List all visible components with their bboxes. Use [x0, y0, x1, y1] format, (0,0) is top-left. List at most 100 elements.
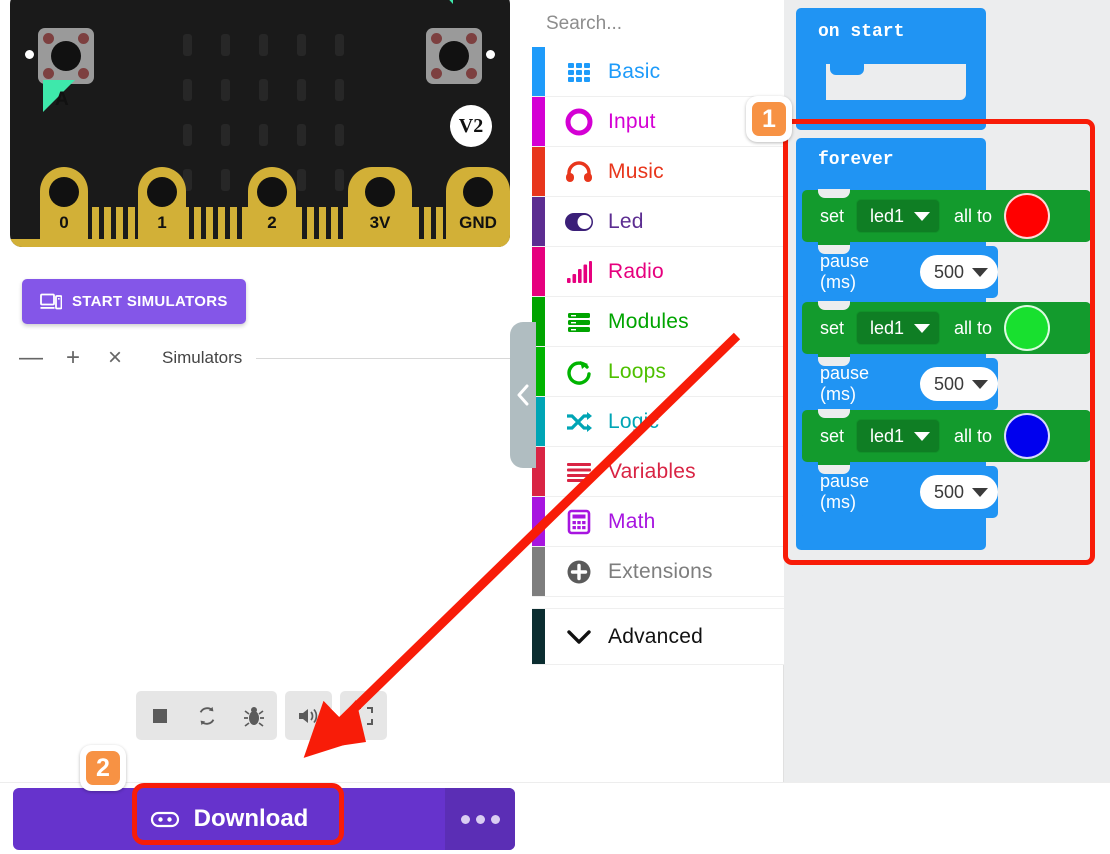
pause-value-dropdown-3[interactable]: 500: [919, 475, 998, 509]
block-pause-1[interactable]: pause (ms) 500: [802, 245, 998, 307]
category-math[interactable]: Math: [532, 497, 784, 547]
section-divider: [256, 357, 512, 359]
microbit-pin-strip: 0 1 2 3V GND: [10, 165, 510, 247]
blocks-workspace[interactable]: on start forever set led1 all to pause (…: [784, 0, 1110, 782]
category-label: Music: [608, 159, 664, 183]
block-set-led-green[interactable]: set led1 all to: [802, 301, 1091, 363]
start-simulators-button[interactable]: START SIMULATORS: [22, 279, 246, 324]
block-set-keyword: set: [820, 205, 845, 226]
pause-value: 500: [933, 261, 964, 282]
category-basic[interactable]: Basic: [532, 47, 784, 97]
block-on-start-body-slot: [826, 64, 966, 100]
toolbox-search-row: [532, 0, 791, 47]
pause-value: 500: [933, 373, 964, 394]
block-pause-keyword: pause (ms): [820, 471, 870, 512]
bug-icon: [243, 706, 264, 727]
block-forever-label: forever: [818, 150, 894, 170]
stop-button[interactable]: [136, 691, 183, 740]
color-swatch-red[interactable]: [1004, 193, 1051, 239]
close-simulators-button[interactable]: ×: [96, 344, 134, 371]
category-list: Basic Input Music Led Radio Modules Loop…: [532, 47, 784, 665]
category-music[interactable]: Music: [532, 147, 784, 197]
microbit-pin-1[interactable]: 1: [138, 167, 186, 247]
category-modules[interactable]: Modules: [532, 297, 784, 347]
sound-group: [285, 691, 332, 740]
block-set-led-blue[interactable]: set led1 all to: [802, 409, 1091, 471]
category-label: Variables: [608, 459, 696, 483]
variable-dropdown-led1[interactable]: led1: [856, 199, 941, 233]
makecode-editor: A V2 0 1 2 3V GND START SIMULATORS — + ×…: [0, 0, 1110, 854]
start-simulators-label: START SIMULATORS: [72, 293, 228, 310]
block-pause-keyword: pause (ms): [820, 363, 870, 404]
more-options-button[interactable]: [445, 788, 515, 850]
block-on-start[interactable]: on start: [796, 8, 986, 130]
toolbox-collapse-handle[interactable]: [510, 322, 536, 468]
stop-square-icon: [152, 708, 167, 723]
restart-button[interactable]: [183, 691, 230, 740]
microbit-button-b[interactable]: [426, 28, 482, 84]
chevron-down-icon: [972, 267, 988, 277]
simulator-pane: A V2 0 1 2 3V GND START SIMULATORS — + ×…: [0, 0, 532, 782]
category-variables[interactable]: Variables: [532, 447, 784, 497]
variable-name: led1: [870, 205, 905, 226]
chevron-down-icon: [914, 211, 931, 221]
variable-name: led1: [870, 425, 905, 446]
bars-icon: [562, 260, 596, 284]
microbit-pin-3v[interactable]: 3V: [348, 167, 412, 247]
chevron-down-icon: [562, 627, 596, 647]
microbit-pin-2[interactable]: 2: [248, 167, 296, 247]
add-simulator-button[interactable]: +: [54, 344, 92, 371]
category-radio[interactable]: Radio: [532, 247, 784, 297]
category-label: Basic: [608, 59, 661, 83]
block-pause-3[interactable]: pause (ms) 500: [802, 465, 998, 527]
block-pause-2[interactable]: pause (ms) 500: [802, 357, 998, 419]
pin-label: GND: [459, 213, 497, 232]
microbit-pin-0[interactable]: 0: [40, 167, 88, 247]
lines-icon: [562, 461, 596, 483]
blocks-toolbox: Basic Input: [532, 0, 791, 782]
color-swatch-green[interactable]: [1004, 305, 1051, 351]
category-label: Advanced: [608, 624, 704, 648]
microbit-pin-gnd[interactable]: GND: [446, 167, 510, 247]
variable-dropdown-led1[interactable]: led1: [856, 311, 941, 345]
category-label: Math: [608, 509, 656, 533]
download-button[interactable]: Download: [13, 788, 445, 850]
minimize-simulators-button[interactable]: —: [12, 344, 50, 371]
chevron-down-icon: [972, 487, 988, 497]
pause-value-dropdown-1[interactable]: 500: [919, 255, 998, 289]
pin-label: 2: [267, 213, 277, 232]
pause-value: 500: [933, 481, 964, 502]
toolbox-separator: [532, 597, 784, 609]
pin-label: 3V: [369, 213, 391, 232]
fullscreen-button[interactable]: [340, 691, 387, 740]
category-label: Radio: [608, 259, 664, 283]
bottom-toolbar: Download: [0, 782, 1110, 854]
microbit-button-a[interactable]: [38, 28, 94, 84]
search-input[interactable]: [546, 12, 791, 35]
devices-icon: [40, 293, 62, 309]
category-extensions[interactable]: Extensions: [532, 547, 784, 597]
chevron-down-icon: [914, 431, 931, 441]
category-label: Modules: [608, 309, 689, 333]
category-loops[interactable]: Loops: [532, 347, 784, 397]
block-set-led-red[interactable]: set led1 all to: [802, 189, 1091, 251]
playback-controls-group: [136, 691, 277, 740]
category-input[interactable]: Input: [532, 97, 784, 147]
toggle-icon: [562, 212, 596, 232]
chevron-left-icon: [517, 384, 529, 406]
block-set-keyword: set: [820, 317, 845, 338]
color-swatch-blue[interactable]: [1004, 413, 1051, 459]
sound-button[interactable]: [285, 691, 332, 740]
microbit-simulator[interactable]: A V2 0 1 2 3V GND: [10, 0, 510, 247]
refresh-icon: [199, 706, 214, 725]
pause-value-dropdown-2[interactable]: 500: [919, 367, 998, 401]
category-led[interactable]: Led: [532, 197, 784, 247]
category-logic[interactable]: Logic: [532, 397, 784, 447]
shuffle-icon: [562, 410, 596, 434]
block-pause-keyword: pause (ms): [820, 251, 870, 292]
chevron-down-icon: [972, 379, 988, 389]
category-advanced[interactable]: Advanced: [532, 609, 784, 665]
variable-dropdown-led1[interactable]: led1: [856, 419, 941, 453]
debug-button[interactable]: [230, 691, 277, 740]
usb-icon: [150, 811, 179, 828]
